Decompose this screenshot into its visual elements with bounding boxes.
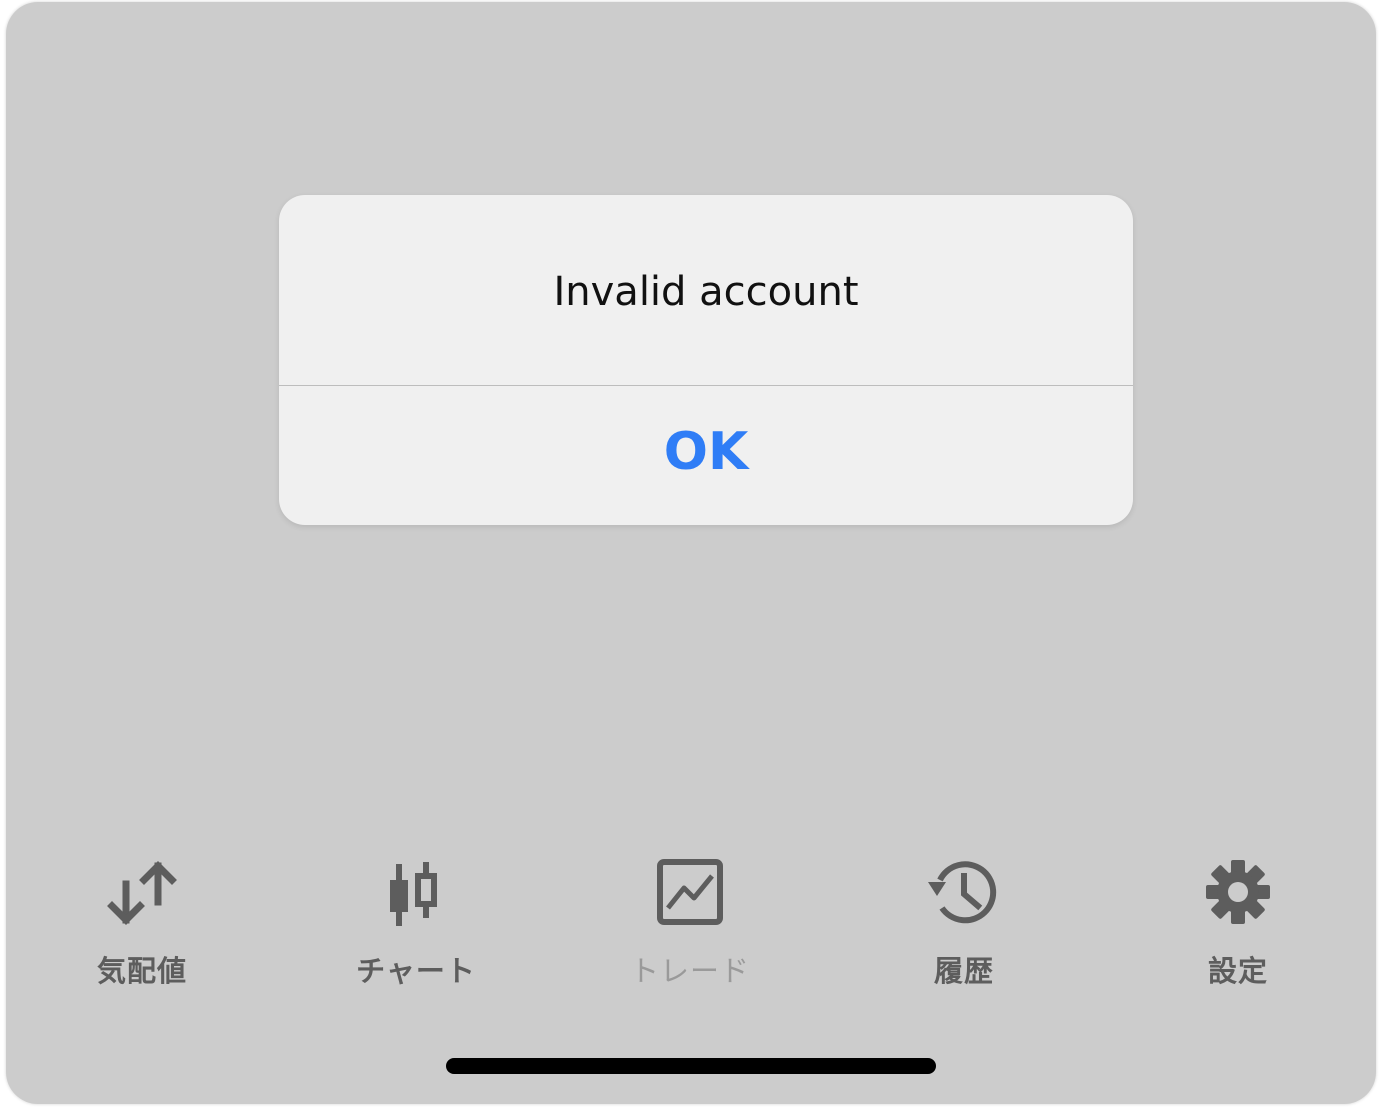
tab-history[interactable]: 履歴 xyxy=(864,852,1064,1002)
tab-chart-label: チャート xyxy=(356,954,476,988)
tab-history-label: 履歴 xyxy=(933,954,994,988)
app-screen: Invalid account OK 気配値 チャート トレード 履歴 設定 xyxy=(6,2,1376,1104)
candlestick-icon xyxy=(390,862,437,926)
alert-dialog: Invalid account OK xyxy=(279,195,1133,525)
trade-chart-icon xyxy=(657,859,723,925)
tab-chart[interactable]: チャート xyxy=(316,852,516,1002)
gear-icon xyxy=(1206,860,1270,924)
home-indicator xyxy=(446,1058,936,1074)
tab-settings[interactable]: 設定 xyxy=(1138,852,1338,1002)
tab-bar: 気配値 チャート トレード 履歴 設定 xyxy=(6,852,1376,1012)
tab-quotes-label: 気配値 xyxy=(96,954,187,988)
tab-settings-label: 設定 xyxy=(1207,954,1268,988)
history-clock-icon xyxy=(928,861,997,924)
quotes-arrows-icon xyxy=(107,861,177,925)
tab-trade-label: トレード xyxy=(629,954,750,988)
alert-message: Invalid account xyxy=(553,269,859,315)
tab-quotes[interactable]: 気配値 xyxy=(42,852,242,1002)
ok-button[interactable]: OK xyxy=(279,386,1133,525)
tab-trade[interactable]: トレード xyxy=(590,852,790,1002)
